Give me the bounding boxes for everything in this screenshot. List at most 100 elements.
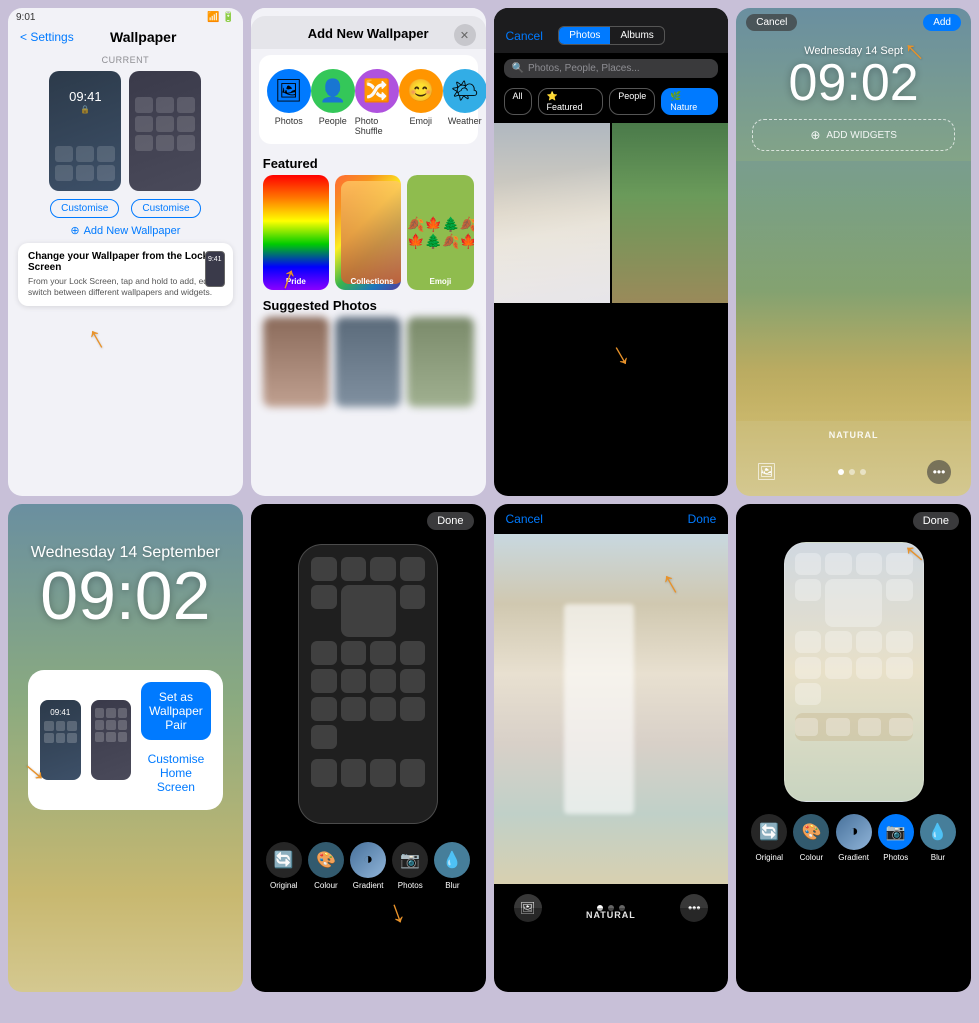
gradient-option[interactable]: ◑ Gradient (350, 842, 386, 890)
weather-type[interactable]: 🌤 Weather (443, 69, 486, 136)
photos-type[interactable]: 🖼 Photos (267, 69, 311, 136)
page-title: Wallpaper (80, 29, 207, 45)
photos-albums-tabs: Photos Albums (558, 26, 665, 45)
lock-screen-preview[interactable]: 09:41 🔒 (49, 71, 121, 191)
add-widget-icon: ⊕ (810, 128, 820, 142)
home-preview-small[interactable] (91, 700, 132, 780)
arrow-indicator: ↑ (80, 317, 112, 357)
preview-time: 09:41 (49, 89, 121, 104)
photo-options-toolbar: 🔄 Original 🎨 Colour ◑ Gradient 📷 Photos … (736, 806, 971, 872)
modal-header: Add New Wallpaper ✕ (251, 16, 486, 49)
people-type[interactable]: 👤 People (311, 69, 355, 136)
crop-topbar: Cancel Done (494, 504, 729, 534)
cell-photo-crop: Cancel Done NATURAL 🖼 ••• ↑ (494, 504, 729, 992)
emoji-type[interactable]: 😊 Emoji (399, 69, 443, 136)
cancel-button[interactable]: Cancel (506, 29, 543, 43)
add-widgets-button[interactable]: ⊕ ADD WIDGETS (752, 119, 955, 151)
filter-featured[interactable]: ⭐ Featured (538, 88, 604, 115)
photo-waterfall[interactable] (494, 123, 610, 303)
arrow-indicator: ↑ (605, 337, 637, 377)
nav-bar: < Settings Wallpaper (8, 27, 243, 47)
photos-option-active[interactable]: 📷 Photos (878, 814, 914, 862)
blur-option[interactable]: 💧 Blur (434, 842, 470, 890)
collections-wallpaper[interactable]: Collections (335, 175, 401, 290)
status-bar: 9:01 📶 🔋 (8, 8, 243, 27)
customise-home-screen-button[interactable]: Customise Home Screen (141, 748, 211, 798)
tooltip-body: From your Lock Screen, tap and hold to a… (28, 276, 223, 298)
lock-date-large: Wednesday 14 September (8, 504, 243, 562)
done-button[interactable]: Done (913, 512, 959, 530)
bottom-controls: 🖼 ••• (736, 460, 971, 484)
wallpaper-type-icons: 🖼 Photos 👤 People 🔀 Photo Shuffle 😊 Emoj… (259, 59, 478, 140)
add-icon: ⊕ (70, 224, 79, 237)
filter-nature[interactable]: 🌿 Nature (661, 88, 718, 115)
suggested-photo-3[interactable] (407, 317, 473, 407)
colour-option[interactable]: 🎨 Colour (308, 842, 344, 890)
status-icons: 📶 🔋 (207, 12, 235, 23)
suggested-photo-2[interactable] (335, 317, 401, 407)
suggested-photos (251, 317, 486, 407)
emoji-wallpaper[interactable]: 🍂🍁🌲🍂🍁🌲🍂🍁 Emoji (407, 175, 473, 290)
photos-grid (494, 123, 729, 303)
modal-title: Add New Wallpaper (263, 26, 474, 41)
wallpaper-previews: 09:41 🔒 (8, 71, 243, 191)
customise-row: Customise Customise (8, 199, 243, 218)
cell-lock-screen-large: Wednesday 14 September 09:02 09:41 (8, 504, 243, 992)
home-screen-preview[interactable] (129, 71, 201, 191)
photo-preview (494, 534, 729, 884)
add-button[interactable]: Add (923, 14, 961, 31)
gradient-option[interactable]: ◑ Gradient (836, 814, 872, 862)
dot-3 (860, 469, 866, 475)
tooltip-card: Change your Wallpaper from the Lock Scre… (18, 243, 233, 306)
close-button[interactable]: ✕ (454, 24, 476, 46)
phone-mockup (298, 544, 438, 824)
cancel-button[interactable]: Cancel (506, 512, 543, 526)
wallpaper-options-toolbar: 🔄 Original 🎨 Colour ◑ Gradient 📷 Photos … (251, 834, 486, 900)
filter-all[interactable]: All (504, 88, 532, 115)
back-button[interactable]: < Settings (20, 30, 74, 44)
original-option[interactable]: 🔄 Original (266, 842, 302, 890)
photos-tab[interactable]: Photos (559, 27, 610, 44)
natural-badge: NATURAL (494, 908, 729, 922)
filter-chips: All ⭐ Featured People 🌿 Nature (494, 84, 729, 119)
current-label: CURRENT (8, 55, 243, 65)
photo-shuffle-type[interactable]: 🔀 Photo Shuffle (355, 69, 399, 136)
photos-option[interactable]: 📷 Photos (392, 842, 428, 890)
gallery-icon[interactable]: 🖼 (756, 462, 776, 482)
arrow-indicator: ↑ (384, 895, 412, 935)
search-placeholder: Photos, People, Places... (528, 63, 640, 74)
done-button[interactable]: Done (427, 512, 473, 530)
preview-lock-icon: 🔒 (49, 105, 121, 114)
picker-topbar: Cancel Photos Albums (494, 18, 729, 53)
cell-wallpaper-settings: 9:01 📶 🔋 < Settings Wallpaper CURRENT 09… (8, 8, 243, 496)
search-bar[interactable]: 🔍 Photos, People, Places... (504, 59, 719, 78)
photo-landscape[interactable] (612, 123, 728, 303)
wallpaper-pair-card: 09:41 (28, 670, 223, 810)
customise-home-button[interactable]: Customise (131, 199, 200, 218)
tooltip-phone-icon: 9:41 (205, 251, 225, 287)
add-new-wallpaper-button[interactable]: ⊕ Add New Wallpaper (8, 224, 243, 237)
cell-add-wallpaper: Add New Wallpaper ✕ 🖼 Photos 👤 People 🔀 … (251, 8, 486, 496)
lock-time: 09:02 (736, 57, 971, 109)
lock-preview-small[interactable]: 09:41 (40, 700, 81, 780)
preview-grid (55, 146, 115, 181)
suggested-photo-1[interactable] (263, 317, 329, 407)
albums-tab[interactable]: Albums (610, 27, 663, 44)
cancel-button[interactable]: Cancel (746, 14, 797, 31)
more-button[interactable]: ••• (927, 460, 951, 484)
page-dots (838, 469, 866, 475)
filter-people[interactable]: People (609, 88, 655, 115)
original-option[interactable]: 🔄 Original (751, 814, 787, 862)
done-button[interactable]: Done (688, 512, 717, 526)
tooltip-title: Change your Wallpaper from the Lock Scre… (28, 251, 223, 273)
lock-time-large: 09:02 (8, 562, 243, 630)
set-wallpaper-pair-button[interactable]: Set as Wallpaper Pair (141, 682, 211, 740)
blur-option[interactable]: 💧 Blur (920, 814, 956, 862)
phone-mockup-photo (784, 542, 924, 802)
cell-home-editor: Done (251, 504, 486, 992)
cell-lock-screen-preview: Cancel Add Wednesday 14 Sept 09:02 ⊕ ADD… (736, 8, 971, 496)
editor-topbar: Done (251, 504, 486, 534)
colour-option[interactable]: 🎨 Colour (793, 814, 829, 862)
app-icon-grid (795, 553, 913, 705)
customise-lock-button[interactable]: Customise (50, 199, 119, 218)
